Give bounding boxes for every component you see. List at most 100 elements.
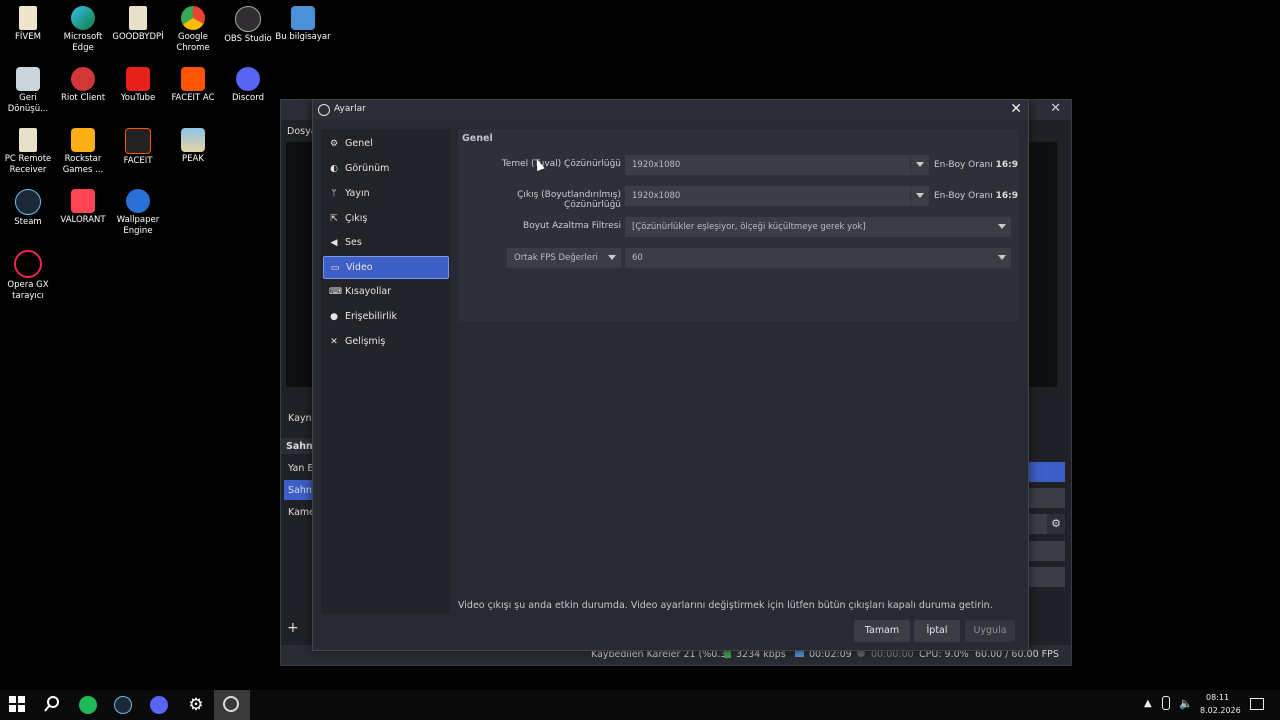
desktop-icon-pc-remote[interactable]: PC Remote Receiver	[0, 128, 56, 176]
valorant-icon	[71, 189, 95, 213]
dialog-titlebar: Ayarlar ✕	[313, 100, 1028, 120]
desktop-icon-peak[interactable]: PEAK	[165, 128, 221, 165]
combo-separator	[910, 186, 911, 206]
desktop-icon-opera-gx[interactable]: Opera GX tarayıcı	[0, 250, 56, 302]
chevron-down-icon	[998, 224, 1006, 229]
desktop-icon-faceit-ac[interactable]: FACEIT AC	[165, 67, 221, 104]
steam-icon	[15, 189, 41, 215]
settings-dialog: Ayarlar ✕ ⚙ Genel ◐ Görünüm ᛘ Yayın ⇱ Çı…	[312, 99, 1029, 651]
volume-icon[interactable]: 🔈	[1179, 697, 1193, 710]
faceit-icon	[181, 67, 205, 91]
spotify-icon[interactable]	[79, 696, 97, 714]
output-resolution-select[interactable]: 1920x1080	[625, 186, 929, 206]
control-button[interactable]	[1027, 488, 1065, 508]
downscale-filter-select[interactable]: [Çözünürlükler eşleşiyor, ölçeği küçültm…	[625, 217, 1011, 237]
output-active-note: Video çıkışı şu anda etkin durumda. Vide…	[458, 600, 993, 611]
notification-icon[interactable]	[1250, 698, 1264, 710]
downscale-filter-label: Boyut Azaltma Filtresi	[523, 221, 621, 231]
sidebar-item-audio[interactable]: ◀ Ses	[323, 232, 447, 253]
palette-icon: ◐	[330, 163, 338, 174]
sidebar-item-accessibility[interactable]: ● Erişebilirlik	[323, 306, 447, 327]
desktop-icon-steam[interactable]: Steam	[0, 189, 56, 228]
cancel-button[interactable]: İptal	[914, 620, 960, 642]
wallpaper-engine-icon	[126, 189, 150, 213]
chevron-down-icon	[916, 162, 924, 167]
scene-item[interactable]: Kame	[288, 507, 315, 518]
settings-sidebar: ⚙ Genel ◐ Görünüm ᛘ Yayın ⇱ Çıkış ◀ Ses …	[321, 129, 450, 614]
output-resolution-label: Çıkış (Boyutlandırılmış) Çözünürlüğü	[517, 190, 621, 210]
clock-date[interactable]: 8.02.2026	[1200, 706, 1241, 715]
rockstar-icon	[71, 128, 95, 152]
desktop-icon-edge[interactable]: Microsoft Edge	[55, 6, 111, 54]
settings-gear-icon[interactable]: ⚙	[186, 695, 206, 715]
obs-taskbar-button[interactable]	[214, 690, 250, 720]
desktop-icon-chrome[interactable]: Google Chrome	[165, 6, 221, 54]
base-resolution-select[interactable]: 1920x1080	[625, 155, 929, 175]
keyboard-icon: ⌨	[329, 286, 342, 297]
antenna-icon: ᛘ	[331, 188, 337, 199]
monitor-icon: ▭	[330, 262, 340, 273]
desktop-icon-youtube[interactable]: YouTube	[110, 67, 166, 104]
peak-icon	[181, 128, 205, 152]
clock-time[interactable]: 08:11	[1206, 693, 1229, 702]
discord-icon	[236, 67, 260, 91]
apply-button[interactable]: Uygula	[965, 620, 1015, 642]
sidebar-item-appearance[interactable]: ◐ Görünüm	[323, 158, 447, 179]
recycle-bin-icon	[16, 67, 40, 91]
section-title: Genel	[462, 133, 493, 144]
file-icon	[129, 6, 147, 30]
sidebar-item-general[interactable]: ⚙ Genel	[323, 133, 447, 154]
desktop-icon-rockstar[interactable]: Rockstar Games ...	[55, 128, 111, 176]
combo-separator	[910, 155, 911, 175]
obs-logo-icon	[318, 104, 330, 116]
chevron-down-icon	[998, 255, 1006, 260]
sidebar-item-stream[interactable]: ᛘ Yayın	[323, 183, 447, 204]
gear-icon[interactable]: ⚙	[1047, 514, 1065, 534]
desktop-icon-faceit[interactable]: FACEIT	[110, 128, 166, 167]
desktop-icon-recycle-bin[interactable]: Geri Dönüşü...	[0, 67, 56, 115]
close-icon[interactable]: ✕	[1010, 101, 1022, 117]
discord-icon[interactable]	[150, 696, 168, 714]
obs-icon	[235, 6, 261, 32]
desktop-icon-wallpaper-engine[interactable]: Wallpaper Engine	[110, 189, 166, 237]
computer-icon	[291, 6, 315, 30]
control-button[interactable]	[1027, 567, 1065, 587]
scenes-dock-title: Sahn	[286, 441, 313, 452]
desktop-icon-fivem[interactable]: FİVEM	[0, 6, 56, 43]
desktop-icon-riot[interactable]: Riot Client	[55, 67, 111, 104]
sidebar-item-hotkeys[interactable]: ⌨ Kısayollar	[323, 281, 447, 302]
speaker-icon: ◀	[330, 237, 338, 248]
output-icon: ⇱	[330, 213, 338, 224]
preview-area-right	[1027, 142, 1057, 387]
edge-icon	[71, 6, 95, 30]
sidebar-item-output[interactable]: ⇱ Çıkış	[323, 208, 447, 229]
desktop-icon-valorant[interactable]: VALORANT	[55, 189, 111, 226]
faceit-icon	[125, 128, 151, 154]
close-icon[interactable]: ✕	[1050, 101, 1061, 116]
control-button[interactable]	[1027, 541, 1065, 561]
taskbar: ⚙ ▲ 🔈 08:11 8.02.2026	[0, 690, 1280, 720]
video-settings-panel: Genel Temel (Tuval) Çözünürlüğü 1920x108…	[458, 129, 1018, 321]
add-scene-icon[interactable]: +	[287, 620, 299, 636]
desktop-icon-discord[interactable]: Discord	[220, 67, 276, 104]
ok-button[interactable]: Tamam	[854, 620, 910, 642]
fps-type-select[interactable]: Ortak FPS Değerleri	[507, 248, 621, 268]
desktop-icon-goodbydpi[interactable]: GOODBYDPİ	[110, 6, 166, 43]
scene-item[interactable]: Yan E	[288, 463, 313, 474]
obs-icon	[223, 696, 239, 712]
sidebar-item-video[interactable]: ▭ Video	[323, 256, 449, 279]
microphone-icon[interactable]	[1162, 696, 1170, 710]
riot-icon	[71, 67, 95, 91]
fps-value-select[interactable]: 60	[625, 248, 1011, 268]
search-icon[interactable]	[43, 695, 63, 715]
youtube-icon	[126, 67, 150, 91]
base-aspect-ratio: En-Boy Oranı 16:9	[934, 160, 1018, 170]
steam-icon[interactable]	[114, 696, 132, 714]
control-button-active[interactable]	[1027, 462, 1065, 482]
desktop-icon-obs[interactable]: OBS Studio	[220, 6, 276, 45]
start-icon[interactable]	[8, 695, 28, 715]
desktop-icon-this-pc[interactable]: Bu bilgisayar	[275, 6, 331, 43]
tray-chevron-up-icon[interactable]: ▲	[1144, 698, 1152, 709]
chevron-down-icon	[916, 193, 924, 198]
sidebar-item-advanced[interactable]: ✕ Gelişmiş	[323, 331, 447, 352]
